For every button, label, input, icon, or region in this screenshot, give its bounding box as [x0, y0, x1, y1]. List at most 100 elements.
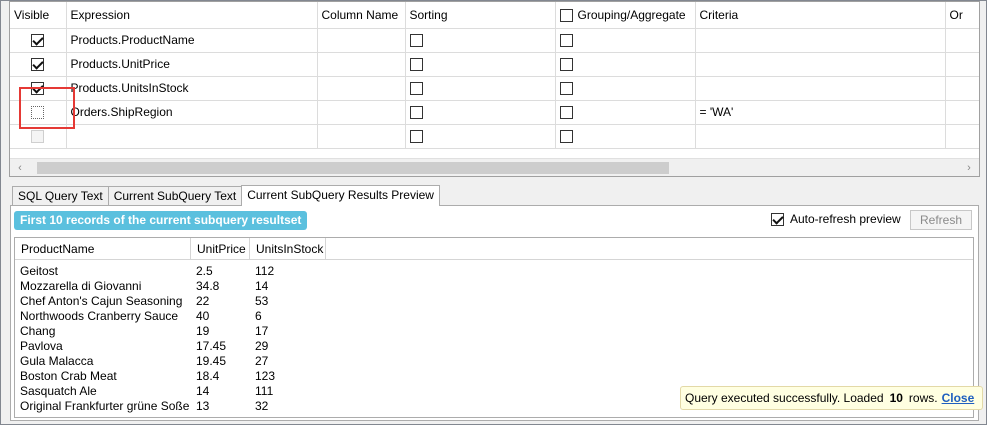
- grouping-checkbox[interactable]: [559, 34, 573, 48]
- results-col-productname[interactable]: ProductName: [15, 238, 191, 259]
- expression-cell[interactable]: [66, 124, 318, 149]
- scroll-thumb[interactable]: [37, 162, 669, 174]
- sorting-checkbox[interactable]: [409, 106, 423, 120]
- unit-price: 18.4: [196, 369, 220, 383]
- unit-price: 19: [196, 324, 210, 338]
- grouping-cell[interactable]: [555, 100, 696, 125]
- product-name: Chef Anton's Cajun Seasoning: [20, 294, 183, 308]
- results-row[interactable]: Chang 19 17: [15, 324, 973, 339]
- visible-checkbox[interactable]: [31, 58, 45, 72]
- grouping-cell[interactable]: [555, 124, 696, 149]
- col-header-criteria[interactable]: Criteria: [695, 2, 946, 29]
- sorting-checkbox[interactable]: [409, 82, 423, 96]
- grouping-toggle-checkbox[interactable]: [559, 8, 573, 22]
- sorting-cell[interactable]: [405, 52, 556, 77]
- criteria-cell[interactable]: [695, 124, 946, 149]
- results-row[interactable]: Boston Crab Meat 18.4 123: [15, 369, 973, 384]
- auto-refresh-toggle[interactable]: Auto-refresh preview: [771, 212, 901, 226]
- visible-cell[interactable]: [10, 52, 67, 77]
- product-name: Geitost: [20, 264, 59, 278]
- grouping-cell[interactable]: [555, 76, 696, 101]
- units-in-stock: 53: [255, 294, 269, 308]
- sorting-cell[interactable]: [405, 124, 556, 149]
- criteria-cell[interactable]: [695, 52, 946, 77]
- col-header-grouping[interactable]: Grouping/Aggregate: [555, 2, 696, 29]
- unit-price: 19.45: [196, 354, 227, 368]
- col-header-grouping-label: Grouping/Aggregate: [577, 7, 686, 22]
- results-row[interactable]: Geitost 2.5 112: [15, 264, 973, 279]
- auto-refresh-checkbox[interactable]: [771, 212, 784, 226]
- status-close-link[interactable]: Close: [942, 391, 975, 405]
- grouping-checkbox[interactable]: [559, 106, 573, 120]
- scroll-right-icon[interactable]: ›: [961, 161, 977, 175]
- results-preview-panel: First 10 records of the current subquery…: [10, 205, 984, 421]
- results-col-unitprice[interactable]: UnitPrice: [191, 238, 250, 259]
- units-in-stock: 17: [255, 324, 269, 338]
- sorting-cell[interactable]: [405, 76, 556, 101]
- status-notification: Query executed successfully. Loaded 10 r…: [680, 386, 984, 410]
- grid-row-new: [10, 124, 979, 149]
- tab-sql-query-text[interactable]: SQL Query Text: [12, 186, 109, 206]
- or-cell[interactable]: [945, 76, 979, 101]
- visible-cell[interactable]: [10, 28, 67, 53]
- column-name-cell[interactable]: [317, 76, 406, 101]
- results-row[interactable]: Gula Malacca 19.45 27: [15, 354, 973, 369]
- criteria-cell[interactable]: [695, 76, 946, 101]
- grouping-checkbox[interactable]: [559, 82, 573, 96]
- col-header-or[interactable]: Or: [945, 2, 979, 29]
- sorting-cell[interactable]: [405, 28, 556, 53]
- unit-price: 2.5: [196, 264, 213, 278]
- highlight-box: [19, 87, 75, 129]
- criteria-cell[interactable]: [695, 28, 946, 53]
- expression-cell[interactable]: Products.ProductName: [66, 28, 318, 53]
- visible-checkbox[interactable]: [31, 34, 45, 48]
- results-row[interactable]: Mozzarella di Giovanni 34.8 14: [15, 279, 973, 294]
- results-col-unitsinstock[interactable]: UnitsInStock: [250, 238, 326, 259]
- product-name: Pavlova: [20, 339, 63, 353]
- horizontal-scrollbar[interactable]: ‹ ›: [10, 158, 979, 176]
- col-header-sorting[interactable]: Sorting: [405, 2, 556, 29]
- grid-header-row: Visible Expression Column Name Sorting G…: [10, 2, 979, 29]
- grouping-cell[interactable]: [555, 52, 696, 77]
- grid-row: Products.ProductName: [10, 28, 979, 53]
- tab-current-subquery-results-preview[interactable]: Current SubQuery Results Preview: [241, 185, 440, 206]
- units-in-stock: 6: [255, 309, 262, 323]
- product-name: Northwoods Cranberry Sauce: [20, 309, 179, 323]
- col-header-expression[interactable]: Expression: [66, 2, 318, 29]
- sorting-cell[interactable]: [405, 100, 556, 125]
- expression-cell[interactable]: Products.UnitPrice: [66, 52, 318, 77]
- column-name-cell[interactable]: [317, 28, 406, 53]
- col-header-visible[interactable]: Visible: [10, 2, 67, 29]
- or-cell[interactable]: [945, 28, 979, 53]
- results-header-row: ProductName UnitPrice UnitsInStock: [15, 238, 973, 260]
- column-name-cell[interactable]: [317, 52, 406, 77]
- refresh-button[interactable]: Refresh: [910, 210, 972, 230]
- grouping-checkbox[interactable]: [559, 130, 573, 144]
- or-cell[interactable]: [945, 124, 979, 149]
- results-row[interactable]: Northwoods Cranberry Sauce 40 6: [15, 309, 973, 324]
- sorting-checkbox[interactable]: [409, 130, 423, 144]
- col-header-column-name[interactable]: Column Name: [317, 2, 406, 29]
- criteria-cell[interactable]: = 'WA': [695, 100, 946, 125]
- column-name-cell[interactable]: [317, 124, 406, 149]
- grid-row: Products.UnitsInStock: [10, 76, 979, 101]
- sorting-checkbox[interactable]: [409, 34, 423, 48]
- grouping-checkbox[interactable]: [559, 58, 573, 72]
- results-row[interactable]: Chef Anton's Cajun Seasoning 22 53: [15, 294, 973, 309]
- units-in-stock: 123: [255, 369, 276, 383]
- sorting-checkbox[interactable]: [409, 58, 423, 72]
- results-row[interactable]: Pavlova 17.45 29: [15, 339, 973, 354]
- tab-current-subquery-text[interactable]: Current SubQuery Text: [107, 186, 243, 206]
- grid-row: Products.UnitPrice: [10, 52, 979, 77]
- or-cell[interactable]: [945, 52, 979, 77]
- or-cell[interactable]: [945, 100, 979, 125]
- grid-row: Orders.ShipRegion = 'WA': [10, 100, 979, 125]
- expression-cell[interactable]: Orders.ShipRegion: [66, 100, 318, 125]
- units-in-stock: 32: [255, 399, 269, 413]
- expression-cell[interactable]: Products.UnitsInStock: [66, 76, 318, 101]
- column-name-cell[interactable]: [317, 100, 406, 125]
- scroll-left-icon[interactable]: ‹: [12, 161, 28, 175]
- visible-checkbox[interactable]: [31, 130, 45, 144]
- product-name: Mozzarella di Giovanni: [20, 279, 142, 293]
- grouping-cell[interactable]: [555, 28, 696, 53]
